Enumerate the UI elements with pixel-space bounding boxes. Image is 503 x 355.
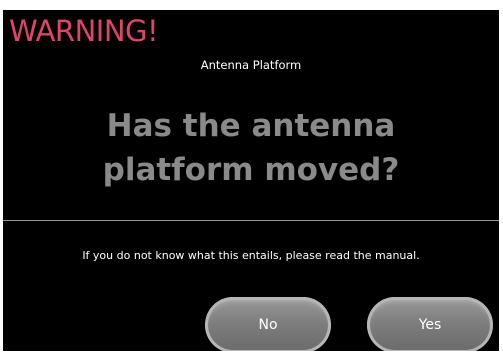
yes-button[interactable]: Yes — [367, 297, 493, 351]
dialog-subtitle: Antenna Platform — [200, 58, 302, 72]
divider — [3, 220, 499, 221]
warning-dialog: WARNING! Antenna Platform Has the antenn… — [3, 10, 499, 351]
warning-title: WARNING! — [9, 14, 159, 48]
question-text: Has the antenna platform moved? — [102, 108, 400, 188]
info-text: If you do not know what this entails, pl… — [82, 249, 420, 262]
no-button[interactable]: No — [205, 297, 331, 351]
